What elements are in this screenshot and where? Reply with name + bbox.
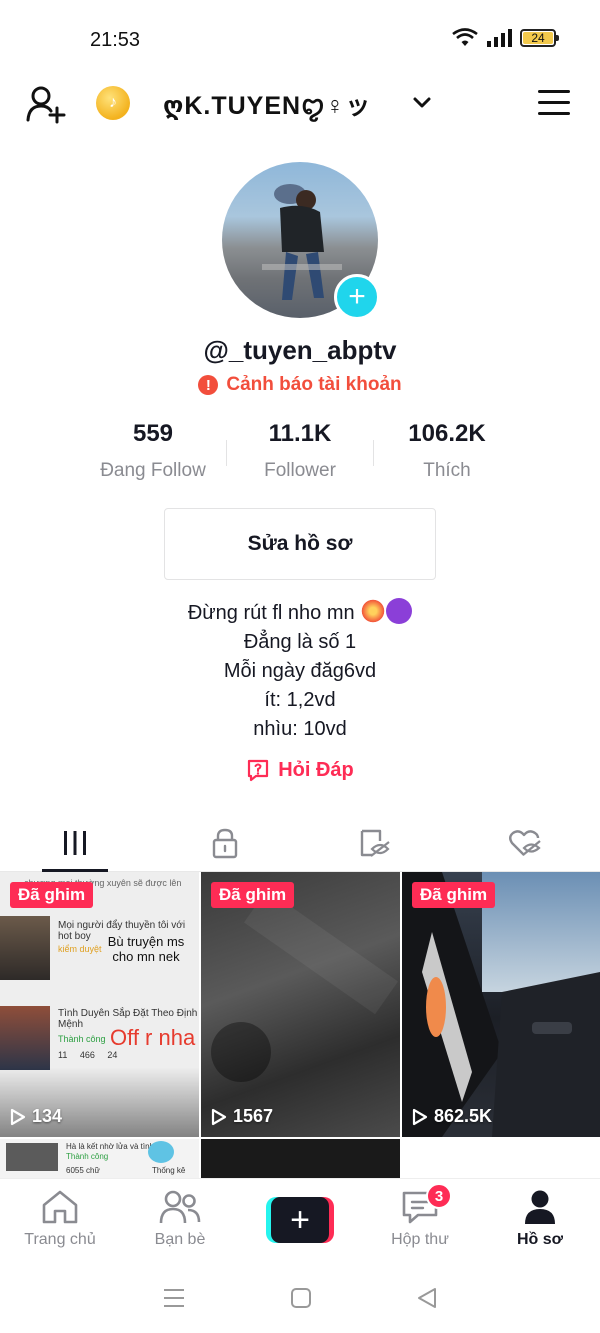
avatar-photo bbox=[262, 184, 342, 300]
pinned-badge: Đã ghim bbox=[10, 882, 94, 908]
nav-inbox[interactable]: 3 Hộp thư bbox=[360, 1179, 480, 1260]
create-button[interactable]: + bbox=[266, 1197, 334, 1243]
snippet-text: Thành công bbox=[66, 1152, 109, 1161]
sticker-image bbox=[148, 1141, 174, 1163]
nav-label: Hồ sơ bbox=[516, 1231, 564, 1248]
status-time: 21:53 bbox=[90, 29, 141, 51]
profile-header: ♪ ღK.TUYENꨄ♀ッ bbox=[0, 78, 600, 130]
stat-value: 106.2K bbox=[408, 420, 486, 447]
thumbnail-image bbox=[6, 1143, 58, 1171]
anger-emoji-icon bbox=[360, 598, 387, 624]
chevron-down-icon[interactable] bbox=[412, 93, 432, 113]
tab-private[interactable] bbox=[150, 814, 300, 871]
bio-line: Mỗi ngày đăg6vd bbox=[223, 660, 377, 682]
qa-label: Hỏi Đáp bbox=[278, 758, 354, 781]
snippet-text: Thống kê bbox=[152, 1166, 186, 1175]
snippet-text: Bù truyện ms cho mn nek bbox=[107, 934, 185, 964]
snippet-text: Thành công bbox=[58, 1034, 106, 1044]
bio-line: ít: 1,2vd bbox=[264, 689, 336, 711]
hidden-heart-icon bbox=[509, 829, 541, 856]
play-icon bbox=[412, 1108, 428, 1125]
snippet-text: 6055 chữ bbox=[66, 1166, 100, 1175]
back-icon[interactable] bbox=[416, 1287, 438, 1309]
video-grid: chương mọi thường xuyên sẽ được lên Mọi … bbox=[0, 872, 600, 1178]
stat-label: Thích bbox=[423, 460, 471, 481]
video-tile[interactable]: Đã ghim 862.5K bbox=[402, 872, 600, 1137]
tab-reposts[interactable] bbox=[300, 814, 450, 871]
friends-icon bbox=[159, 1190, 201, 1224]
thumbnail-image bbox=[0, 916, 50, 980]
hidden-repost-icon bbox=[360, 829, 390, 857]
system-navigation bbox=[0, 1262, 600, 1333]
view-count: 862.5K bbox=[412, 1106, 492, 1127]
status-bar: 21:53 24 bbox=[0, 0, 600, 80]
video-tile[interactable]: Hà là kết nhờ lửa và tình nhé Thành công… bbox=[0, 1139, 199, 1178]
menu-icon[interactable] bbox=[538, 90, 570, 116]
nav-profile[interactable]: Hồ sơ bbox=[480, 1179, 600, 1260]
home-icon bbox=[42, 1190, 78, 1224]
tab-liked[interactable] bbox=[450, 814, 600, 871]
snippet-text: kiểm duyệt bbox=[58, 944, 102, 954]
bottom-navigation: Trang chủ Bạn bè + 3 Hộp thư Hồ sơ bbox=[0, 1178, 600, 1260]
bio-line: Đẳng là số 1 bbox=[243, 631, 357, 653]
tab-videos[interactable] bbox=[0, 814, 150, 872]
nav-label: Bạn bè bbox=[154, 1231, 206, 1248]
profile-display-name[interactable]: ღK.TUYENꨄ♀ッ bbox=[163, 86, 371, 123]
profile-stats: 559 Đang Follow 11.1K Follower 106.2K Th… bbox=[80, 420, 520, 490]
profile-icon bbox=[525, 1190, 555, 1224]
car-door-graphic bbox=[402, 872, 600, 1137]
devil-emoji-icon bbox=[386, 598, 413, 624]
snippet-text: 11 466 24 bbox=[58, 1050, 118, 1060]
recent-apps-icon[interactable] bbox=[162, 1287, 186, 1309]
thumbnail-image bbox=[0, 1006, 50, 1070]
qa-link[interactable]: Hỏi Đáp bbox=[0, 758, 600, 782]
nav-home[interactable]: Trang chủ bbox=[0, 1179, 120, 1260]
bio-line: Đừng rút fl nho mn bbox=[0, 598, 600, 628]
account-warning-link[interactable]: ! Cảnh báo tài khoản bbox=[0, 374, 600, 396]
wifi-icon bbox=[452, 28, 478, 46]
profile-handle: @_tuyen_abptv bbox=[203, 335, 397, 365]
add-avatar-button[interactable]: + bbox=[334, 274, 380, 320]
stat-value: 11.1K bbox=[268, 420, 332, 447]
battery-level: 24 bbox=[531, 31, 545, 45]
profile-tabs bbox=[0, 814, 600, 872]
nav-label: Trang chủ bbox=[24, 1231, 96, 1248]
pinned-badge: Đã ghim bbox=[412, 882, 496, 908]
grid-icon bbox=[64, 830, 86, 855]
stat-likes[interactable]: 106.2K Thích bbox=[374, 420, 520, 490]
video-tile[interactable]: Đã ghim 1567 bbox=[201, 872, 400, 1137]
alert-icon: ! bbox=[198, 375, 219, 395]
signal-icon bbox=[487, 29, 512, 47]
add-user-icon[interactable] bbox=[26, 84, 68, 124]
stat-following[interactable]: 559 Đang Follow bbox=[80, 420, 226, 490]
home-button-icon[interactable] bbox=[290, 1287, 312, 1309]
stat-label: Follower bbox=[264, 460, 336, 481]
snippet-text: Off r nha bbox=[110, 1025, 196, 1050]
stat-followers[interactable]: 11.1K Follower bbox=[227, 420, 373, 490]
view-count: 1567 bbox=[211, 1106, 273, 1127]
question-icon bbox=[248, 759, 269, 782]
video-tile[interactable] bbox=[201, 1139, 400, 1178]
nav-label: Hộp thư bbox=[391, 1231, 449, 1248]
play-icon bbox=[10, 1108, 26, 1125]
battery-icon: 24 bbox=[520, 29, 559, 47]
nav-create[interactable]: + bbox=[240, 1179, 360, 1260]
coin-icon[interactable]: ♪ bbox=[96, 86, 130, 120]
account-warning-label: Cảnh báo tài khoản bbox=[226, 374, 402, 395]
stat-value: 559 bbox=[132, 420, 174, 447]
edit-profile-button[interactable]: Sửa hồ sơ bbox=[164, 508, 436, 580]
bio-line: nhìu: 10vd bbox=[253, 718, 347, 740]
video-tile[interactable]: chương mọi thường xuyên sẽ được lên Mọi … bbox=[0, 872, 199, 1137]
plus-icon: + bbox=[271, 1197, 329, 1243]
status-icons: 24 bbox=[452, 28, 559, 48]
lock-icon bbox=[212, 828, 238, 858]
nav-friends[interactable]: Bạn bè bbox=[120, 1179, 240, 1260]
view-count: 134 bbox=[10, 1106, 62, 1127]
stat-label: Đang Follow bbox=[100, 460, 206, 481]
profile-bio: Đừng rút fl nho mn Đẳng là số 1 Mỗi ngày… bbox=[0, 598, 600, 744]
play-icon bbox=[211, 1108, 227, 1125]
pinned-badge: Đã ghim bbox=[211, 882, 295, 908]
notification-badge: 3 bbox=[426, 1183, 452, 1209]
